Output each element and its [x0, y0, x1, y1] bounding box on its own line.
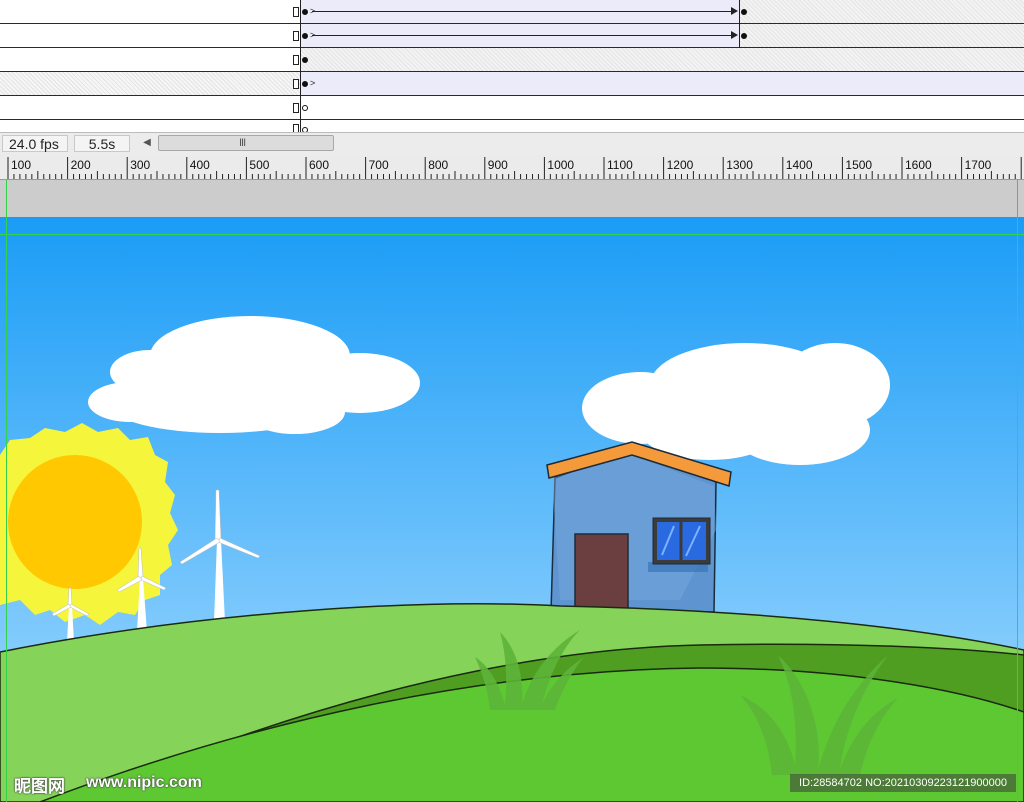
track-label-area[interactable]	[0, 0, 300, 23]
tween-arrow-line	[312, 35, 736, 36]
keyframe-dot[interactable]	[302, 81, 308, 87]
pasteboard-area	[0, 180, 1024, 217]
scroll-grip-icon[interactable]: III	[239, 136, 246, 150]
empty-keyframe-dot[interactable]	[302, 105, 308, 111]
track-label-area[interactable]	[0, 120, 300, 132]
tween-arrow-head	[731, 31, 738, 39]
ruler-tick-label: 1600	[905, 158, 932, 172]
tween-start-marker: >	[310, 78, 316, 88]
frame-marker[interactable]	[293, 55, 299, 65]
sun	[0, 423, 178, 625]
frame-marker[interactable]	[293, 7, 299, 17]
track-frames[interactable]	[300, 120, 1024, 132]
guide-line-vertical[interactable]	[1017, 180, 1018, 802]
timeline-track[interactable]: >	[0, 72, 1024, 96]
horizontal-scrollbar[interactable]: III	[158, 135, 334, 151]
ruler-tick-label: 1100	[607, 158, 633, 172]
end-keyframe-dot[interactable]	[741, 33, 747, 39]
ruler-tick-label: 1500	[845, 158, 873, 172]
ruler-tick-label: 400	[189, 158, 210, 172]
motion-tween-span[interactable]: >	[300, 72, 1024, 95]
timeline-status-bar: 24.0 fps 5.5s ◀ III	[0, 132, 1024, 156]
timeline-panel[interactable]: > > >	[0, 0, 1024, 132]
tween-end-line	[739, 24, 740, 48]
ruler-tick-label: 1300	[726, 158, 753, 172]
keyframe-dot[interactable]	[302, 57, 308, 63]
track-label-area[interactable]	[0, 96, 300, 119]
track-label-area[interactable]	[0, 24, 300, 47]
ruler-tick-label: 500	[249, 158, 270, 172]
watermark-id: ID:28584702 NO:20210309223121900000	[790, 774, 1016, 792]
watermark-logo: 昵图网	[14, 777, 65, 797]
ruler-tick-label: 800	[428, 158, 449, 172]
timeline-track[interactable]	[0, 96, 1024, 120]
ruler-tick-label: 900	[487, 158, 508, 172]
ruler-tick-label: 1700	[964, 158, 992, 172]
ruler-tick-label: 300	[130, 158, 151, 172]
ruler-tick-label: 600	[309, 158, 330, 172]
motion-tween-span[interactable]: >	[300, 24, 740, 47]
guide-line-horizontal[interactable]	[0, 234, 1024, 235]
ruler-tick-label: 1200	[666, 158, 694, 172]
track-label-area[interactable]	[0, 48, 300, 71]
timeline-track[interactable]: >	[0, 24, 1024, 48]
end-keyframe-dot[interactable]	[741, 9, 747, 15]
track-frames[interactable]	[300, 48, 1024, 71]
motion-tween-span[interactable]: >	[300, 0, 740, 23]
house-door	[574, 533, 629, 611]
playhead-line[interactable]	[300, 0, 301, 132]
stage-canvas[interactable]	[0, 217, 1024, 802]
ruler-tick-label: 1400	[785, 158, 813, 172]
horizontal-ruler: 100 200 300 400 500 600 700 800 900 1000 1100 1200 1…	[0, 155, 1024, 180]
scroll-left-arrow-icon[interactable]: ◀	[140, 136, 154, 150]
ruler-tick-label: 100	[11, 158, 32, 172]
keyframe-dot[interactable]	[302, 9, 308, 15]
keyframe-dot[interactable]	[302, 33, 308, 39]
frame-marker[interactable]	[293, 103, 299, 113]
watermark-url: www.nipic.com	[86, 774, 202, 791]
ruler-tick-label: 200	[70, 158, 91, 172]
tween-arrow-line	[312, 11, 736, 12]
ruler-tick-label: 700	[368, 158, 389, 172]
ruler-tick-label: 1000	[547, 158, 575, 172]
house	[546, 441, 732, 613]
guide-line-vertical[interactable]	[6, 180, 7, 802]
timeline-track[interactable]	[0, 48, 1024, 72]
timeline-track[interactable]: >	[0, 0, 1024, 24]
track-frames[interactable]	[300, 96, 1024, 119]
tween-end-line	[739, 0, 740, 24]
frame-marker[interactable]	[293, 79, 299, 89]
track-label-area[interactable]	[0, 72, 300, 95]
frame-marker[interactable]	[293, 124, 299, 132]
elapsed-time-field[interactable]: 5.5s	[74, 135, 130, 152]
frame-rate-field[interactable]: 24.0 fps	[2, 135, 68, 152]
scene-artwork	[0, 217, 1024, 802]
frame-marker[interactable]	[293, 31, 299, 41]
tween-arrow-head	[731, 7, 738, 15]
timeline-track[interactable]	[0, 120, 1024, 132]
